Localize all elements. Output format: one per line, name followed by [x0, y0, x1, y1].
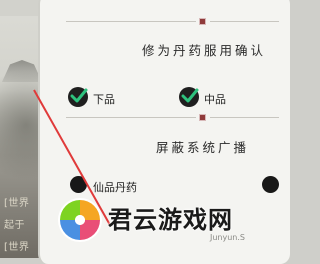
divider-ornament: [199, 18, 206, 25]
option-label-lower-grade: 下品: [93, 93, 115, 106]
toggle-immortal-pill[interactable]: [70, 176, 87, 193]
option-label-middle-grade: 中品: [204, 93, 226, 106]
section-title-mute-broadcast: 屏蔽系统广播: [156, 140, 250, 155]
divider-middle-right: [210, 117, 279, 118]
chat-line: [世界: [4, 198, 30, 209]
chat-line: 起于: [4, 220, 25, 231]
chat-line: [世界: [4, 242, 30, 253]
pavilion-silhouette: [2, 60, 42, 82]
checkmark-icon: [70, 88, 88, 103]
checkbox-middle-grade[interactable]: [179, 87, 199, 107]
checkbox-lower-grade[interactable]: [68, 87, 88, 107]
watermark-small: Junyun.S: [210, 233, 245, 242]
brand-logo-icon: [58, 198, 102, 242]
watermark-brand: 君云游戏网: [108, 206, 233, 234]
divider-ornament: [199, 114, 206, 121]
divider-middle: [66, 117, 196, 118]
toggle-right-option[interactable]: [262, 176, 279, 193]
divider-top-right: [210, 21, 279, 22]
checkmark-icon: [181, 88, 199, 103]
divider-top: [66, 21, 196, 22]
section-title-pill-confirm: 修为丹药服用确认: [142, 43, 267, 58]
option-label-immortal-pill: 仙品丹药: [93, 181, 137, 194]
